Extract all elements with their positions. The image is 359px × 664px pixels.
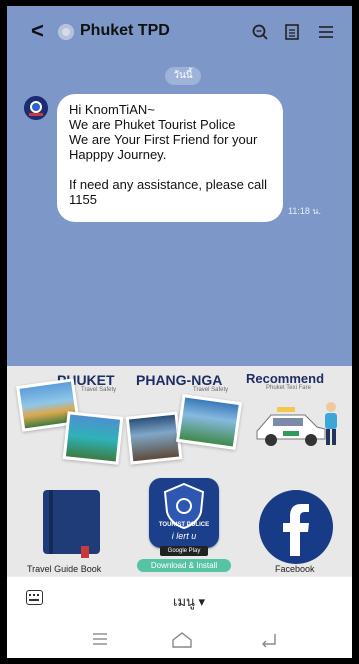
date-separator: วันนี้ [165, 67, 201, 85]
recent-apps-icon[interactable] [90, 631, 110, 647]
phangnga-photo-1[interactable] [125, 411, 183, 465]
recommend-subtitle: Phuket Texi Fare [266, 385, 311, 391]
police-officer-icon [325, 402, 337, 445]
sender-avatar[interactable] [24, 96, 48, 120]
message-text: Hi KnomTiAN~ We are Phuket Tourist Polic… [69, 102, 268, 207]
back-button[interactable]: < [31, 20, 44, 42]
phangnga-photo-2[interactable] [175, 394, 243, 450]
chat-header: < Phuket TPD [7, 6, 352, 58]
taxi-car-icon[interactable] [253, 407, 329, 447]
download-install-button[interactable]: Download & Install [137, 559, 231, 572]
google-play-badge[interactable]: Google Play [160, 546, 208, 556]
phuket-photo-2[interactable] [62, 411, 124, 465]
facebook-icon[interactable] [259, 490, 333, 564]
keyboard-icon[interactable] [26, 590, 43, 605]
chat-bottom-bar: เมนู ▾ [7, 576, 352, 621]
search-icon[interactable] [251, 23, 269, 41]
phangnga-subtitle: Travel Safety [193, 387, 229, 393]
back-nav-icon[interactable] [259, 631, 279, 647]
message-time: 11:18 น. [288, 206, 322, 216]
keyboard-keys [29, 594, 39, 601]
phone-screen: < Phuket TPD วันนี้ Hi KnomTiAN~ We are … [7, 6, 352, 658]
chat-title: Phuket TPD [80, 22, 170, 39]
official-account-badge-icon [58, 24, 74, 40]
phangnga-title[interactable]: PHANG-NGA [136, 372, 222, 388]
menu-icon[interactable] [317, 23, 335, 41]
guide-book-label[interactable]: Travel Guide Book [27, 564, 101, 574]
recommend-title[interactable]: Recommend [246, 371, 324, 386]
message-bubble: Hi KnomTiAN~ We are Phuket Tourist Polic… [57, 94, 283, 222]
guide-book-icon[interactable] [41, 490, 102, 558]
facebook-label[interactable]: Facebook [275, 564, 315, 574]
rich-menu-toggle[interactable]: เมนู ▾ [173, 591, 205, 612]
phuket-subtitle: Travel Safety [81, 387, 117, 393]
tourist-thai-text: i lert u [171, 531, 197, 541]
tourist-police-app-icon[interactable]: TOURIST POLICE i lert u [149, 478, 219, 548]
home-icon[interactable] [170, 631, 194, 649]
tourist-police-text: TOURIST POLICE [158, 522, 210, 528]
notes-icon[interactable] [283, 23, 301, 41]
police-badge-icon [24, 96, 48, 120]
rich-menu: PHUKET Travel Safety PHANG-NGA Travel Sa… [7, 366, 352, 576]
facebook-f-icon [283, 504, 309, 556]
system-navigation-bar [7, 620, 352, 658]
